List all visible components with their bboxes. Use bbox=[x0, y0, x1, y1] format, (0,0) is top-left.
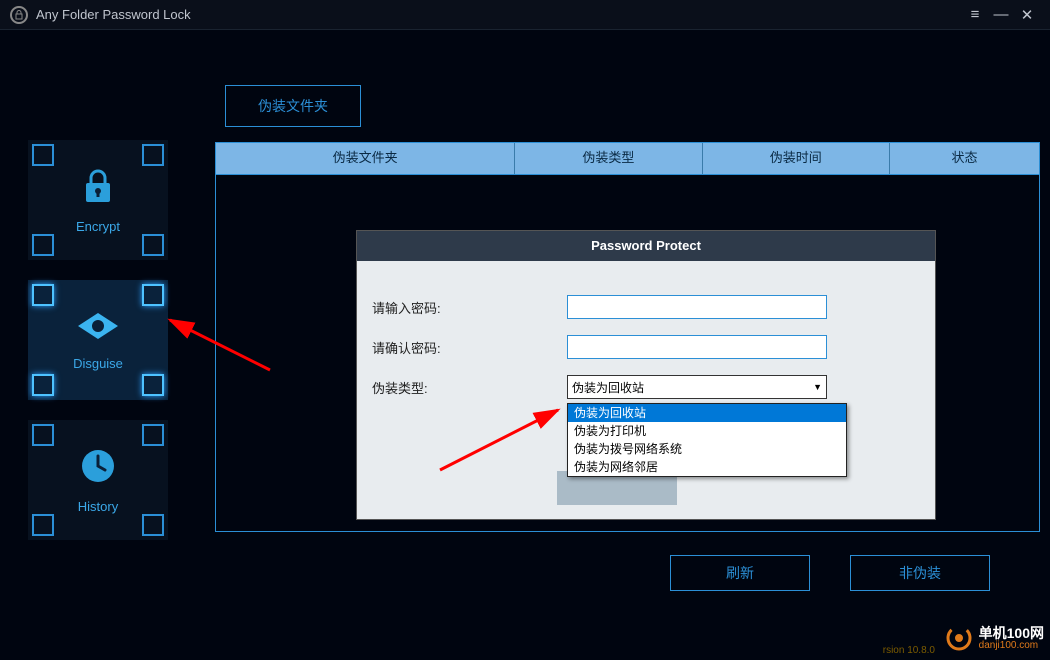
table-header: 伪装文件夹 伪装类型 伪装时间 状态 bbox=[216, 143, 1039, 175]
window-title: Any Folder Password Lock bbox=[36, 7, 962, 22]
undisguise-button[interactable]: 非伪装 bbox=[850, 555, 990, 591]
sidebar-item-label: History bbox=[78, 499, 118, 514]
type-row: 伪装类型: 伪装为回收站 ▼ bbox=[357, 369, 935, 405]
disguise-folder-button[interactable]: 伪装文件夹 bbox=[225, 85, 361, 127]
password-row: 请输入密码: bbox=[357, 289, 935, 325]
lock-icon bbox=[78, 166, 118, 211]
dropdown-option[interactable]: 伪装为网络邻居 bbox=[568, 458, 846, 476]
dropdown[interactable]: 伪装为回收站 伪装为打印机 伪装为拨号网络系统 伪装为网络邻居 bbox=[567, 403, 847, 477]
type-label: 伪装类型: bbox=[357, 378, 567, 397]
password-dialog: Password Protect 请输入密码: 请确认密码: 伪装类型: 伪装为… bbox=[356, 230, 936, 520]
dialog-title: Password Protect bbox=[357, 231, 935, 261]
disguise-icon bbox=[76, 309, 120, 348]
sidebar-item-encrypt[interactable]: Encrypt bbox=[28, 140, 168, 260]
close-button[interactable]: ✕ bbox=[1014, 6, 1040, 24]
chevron-down-icon: ▼ bbox=[813, 382, 822, 392]
refresh-button[interactable]: 刷新 bbox=[670, 555, 810, 591]
th-time[interactable]: 伪装时间 bbox=[703, 143, 890, 174]
dropdown-option[interactable]: 伪装为回收站 bbox=[568, 404, 846, 422]
menu-icon[interactable]: ≡ bbox=[962, 6, 988, 23]
watermark-url: danji100.com bbox=[979, 640, 1044, 651]
confirm-password-input[interactable] bbox=[567, 335, 827, 359]
dropdown-option[interactable]: 伪装为打印机 bbox=[568, 422, 846, 440]
password-label: 请输入密码: bbox=[357, 298, 567, 317]
sidebar-item-label: Encrypt bbox=[76, 219, 120, 234]
sidebar-item-label: Disguise bbox=[73, 356, 123, 371]
sidebar: Encrypt Disguise History bbox=[28, 140, 168, 560]
content-area: Encrypt Disguise History 伪装文件夹 伪装文件夹 伪装类… bbox=[0, 30, 1050, 660]
th-status[interactable]: 状态 bbox=[890, 143, 1039, 174]
password-input[interactable] bbox=[567, 295, 827, 319]
th-type[interactable]: 伪装类型 bbox=[515, 143, 702, 174]
confirm-label: 请确认密码: bbox=[357, 338, 567, 357]
sidebar-item-disguise[interactable]: Disguise bbox=[28, 280, 168, 400]
bottom-buttons: 刷新 非伪装 bbox=[670, 555, 990, 591]
watermark: 单机100网 danji100.com bbox=[945, 624, 1044, 652]
dropdown-option[interactable]: 伪装为拨号网络系统 bbox=[568, 440, 846, 458]
sidebar-item-history[interactable]: History bbox=[28, 420, 168, 540]
selected-value: 伪装为回收站 bbox=[572, 379, 644, 396]
dialog-body: 请输入密码: 请确认密码: 伪装类型: 伪装为回收站 ▼ 伪装为回收站 伪装为打… bbox=[357, 261, 935, 519]
th-folder[interactable]: 伪装文件夹 bbox=[216, 143, 515, 174]
disguise-type-select[interactable]: 伪装为回收站 ▼ bbox=[567, 375, 827, 399]
titlebar: Any Folder Password Lock ≡ — ✕ bbox=[0, 0, 1050, 30]
clock-icon bbox=[78, 446, 118, 491]
version-text: rsion 10.8.0 bbox=[883, 645, 935, 656]
confirm-row: 请确认密码: bbox=[357, 329, 935, 365]
watermark-title: 单机100网 bbox=[979, 626, 1044, 640]
minimize-button[interactable]: — bbox=[988, 6, 1014, 23]
lock-icon bbox=[10, 6, 28, 24]
